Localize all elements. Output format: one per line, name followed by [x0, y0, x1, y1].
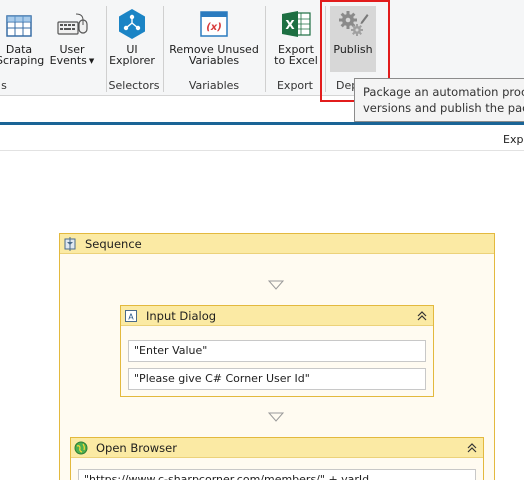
browser-url-field[interactable]: "https://www.c-sharpcorner.com/members/"… [78, 469, 476, 480]
drop-target-arrow-icon[interactable] [267, 280, 285, 290]
sequence-icon [63, 237, 77, 251]
open-browser-header: Open Browser [71, 438, 483, 458]
input-dialog-icon: A [124, 309, 138, 323]
variable-window-icon: (x) [198, 8, 230, 40]
export-to-excel-button[interactable]: X Export to Excel [268, 4, 324, 74]
ui-explorer-button[interactable]: UI Explorer [108, 4, 156, 74]
ui-explorer-label-2: Explorer [109, 54, 155, 67]
designer-toolbar [0, 125, 524, 151]
svg-text:A: A [128, 313, 134, 322]
expand-all-link[interactable]: Expa [503, 133, 524, 146]
sequence-title: Sequence [85, 237, 142, 251]
data-scraping-button[interactable]: Data Scraping [0, 4, 45, 74]
input-dialog-header: A Input Dialog [121, 306, 433, 326]
input-dialog-activity[interactable]: A Input Dialog "Enter Value" "Please giv… [120, 305, 434, 397]
svg-text:(x): (x) [206, 22, 222, 33]
sequence-header: Sequence [60, 234, 494, 254]
data-scraping-icon [3, 8, 35, 40]
collapse-chevron-icon[interactable] [465, 441, 479, 455]
excel-icon: X [280, 8, 312, 40]
collapse-chevron-icon[interactable] [415, 309, 429, 323]
group-label-variables: Variables [188, 79, 240, 92]
dropdown-caret-icon: ▼ [88, 57, 95, 65]
input-dialog-title-field[interactable]: "Enter Value" [128, 340, 426, 362]
user-events-label-2: Events ▼ [49, 54, 95, 67]
remove-unused-variables-button[interactable]: (x) Remove Unused Variables [168, 4, 260, 74]
input-dialog-label-field[interactable]: "Please give C# Corner User Id" [128, 368, 426, 390]
workflow-designer-canvas: Sequence A Input Dialog "Enter Value" "P… [0, 152, 524, 480]
publish-tooltip: Package an automation proces versions an… [354, 78, 524, 122]
keyboard-mouse-icon [56, 8, 88, 40]
open-browser-activity[interactable]: Open Browser "https://www.c-sharpcorner.… [70, 437, 484, 480]
tooltip-line-2: versions and publish the packa [363, 101, 524, 115]
tooltip-line-1: Package an automation proces [363, 85, 524, 99]
svg-text:X: X [285, 18, 295, 32]
user-events-button[interactable]: User Events ▼ [48, 4, 96, 74]
drop-target-arrow-icon[interactable] [267, 412, 285, 422]
globe-icon [74, 441, 88, 455]
group-label-wizards: s [1, 79, 7, 92]
open-browser-title: Open Browser [96, 441, 177, 455]
data-scraping-label-2: Scraping [0, 54, 45, 67]
ui-explorer-icon [116, 8, 148, 40]
export-excel-label-2: to Excel [274, 54, 318, 67]
input-dialog-title: Input Dialog [146, 309, 217, 323]
group-label-selectors: Selectors [108, 79, 160, 92]
group-label-export: Export [276, 79, 313, 92]
remove-unused-label-2: Variables [188, 54, 240, 67]
